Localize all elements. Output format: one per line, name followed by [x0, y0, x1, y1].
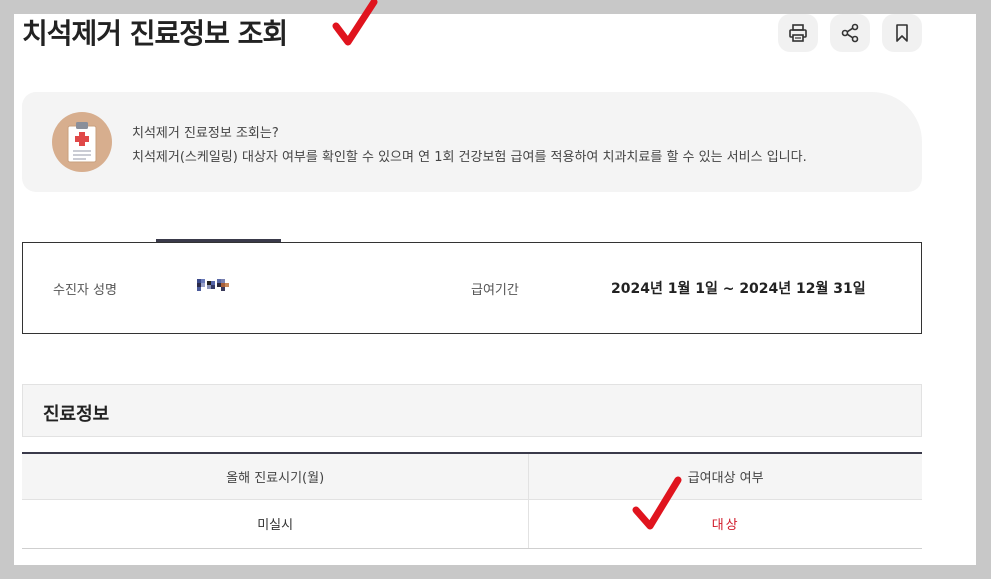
column-header: 급여대상 여부 — [528, 452, 922, 500]
info-description: 치석제거(스케일링) 대상자 여부를 확인할 수 있으며 연 1회 건강보험 급… — [132, 150, 807, 165]
section-header: 진료정보 — [22, 384, 922, 437]
recipient-info-box: 수진자 성명 급여기간 2024년 1월 1일 ~ 2024년 12월 31일 — [22, 242, 922, 334]
benefit-period-label: 급여기간 — [471, 283, 519, 298]
page-title: 치석제거 진료정보 조회 — [22, 17, 288, 50]
recipient-name-label: 수진자 성명 — [53, 283, 117, 298]
page: 치석제거 진료정보 조회 치석제거 진료정보 조회는? 치석제거(스케일링) 대… — [14, 0, 976, 565]
recipient-name-redacted — [197, 279, 229, 291]
medical-info-table: 올해 진료시기(월) 급여대상 여부 미실시 대상 — [22, 452, 922, 549]
annotation-checkmark — [332, 0, 378, 46]
table-row: 미실시 대상 — [22, 499, 922, 549]
share-icon — [841, 23, 859, 43]
section-title: 진료정보 — [43, 404, 110, 425]
print-button[interactable] — [778, 14, 818, 52]
info-question: 치석제거 진료정보 조회는? — [132, 126, 279, 141]
toolbar-icons — [778, 14, 922, 52]
share-button[interactable] — [830, 14, 870, 52]
eligibility-cell: 대상 — [528, 499, 922, 549]
annotation-checkmark — [632, 476, 682, 530]
benefit-period-value: 2024년 1월 1일 ~ 2024년 12월 31일 — [611, 281, 866, 297]
column-header: 올해 진료시기(월) — [22, 452, 529, 500]
treatment-period-cell: 미실시 — [22, 499, 529, 549]
service-info-box: 치석제거 진료정보 조회는? 치석제거(스케일링) 대상자 여부를 확인할 수 … — [22, 92, 922, 192]
table-header-row: 올해 진료시기(월) 급여대상 여부 — [22, 452, 922, 500]
print-icon — [789, 24, 807, 42]
medical-chart-icon — [52, 112, 112, 172]
bookmark-icon — [896, 24, 908, 42]
bookmark-button[interactable] — [882, 14, 922, 52]
